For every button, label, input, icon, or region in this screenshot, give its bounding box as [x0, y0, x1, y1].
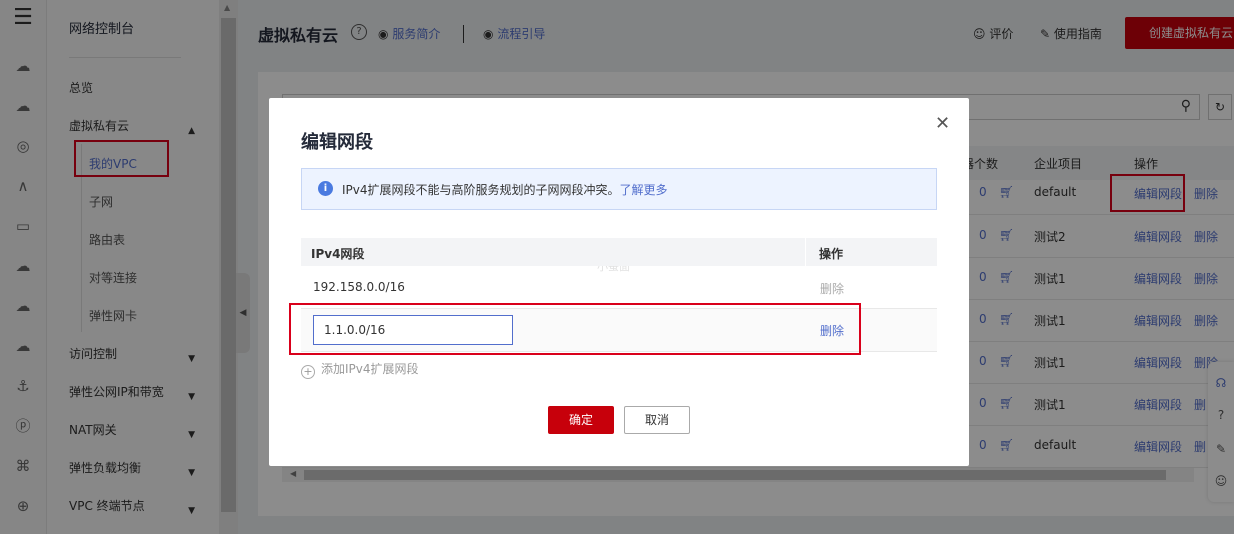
highlight-box	[289, 303, 861, 355]
info-icon: i	[318, 181, 333, 196]
close-icon[interactable]: ✕	[935, 113, 950, 134]
confirm-button[interactable]: 确定	[548, 406, 614, 434]
info-text: IPv4扩展网段不能与高阶服务规划的子网网段冲突。了解更多	[342, 181, 668, 198]
column-header: IPv4网段	[311, 247, 365, 261]
add-cidr-button[interactable]: + 添加IPv4扩展网段	[301, 360, 419, 379]
column-divider	[805, 238, 806, 266]
edit-cidr-dialog: 编辑网段 ✕ i IPv4扩展网段不能与高阶服务规划的子网网段冲突。了解更多 小…	[269, 98, 969, 466]
learn-more-link[interactable]: 了解更多	[620, 183, 668, 197]
cancel-button[interactable]: 取消	[624, 406, 690, 434]
dialog-title: 编辑网段	[301, 132, 373, 153]
cidr-table-header: IPv4网段 操作	[301, 238, 937, 266]
column-header: 操作	[819, 247, 844, 261]
info-banner: i IPv4扩展网段不能与高阶服务规划的子网网段冲突。了解更多	[301, 168, 937, 210]
delete-link-disabled: 删除	[820, 282, 845, 296]
info-message: IPv4扩展网段不能与高阶服务规划的子网网段冲突。	[342, 183, 620, 197]
add-cidr-label: 添加IPv4扩展网段	[321, 362, 419, 376]
plus-icon: +	[301, 365, 315, 379]
cidr-value: 192.158.0.0/16	[313, 280, 405, 294]
